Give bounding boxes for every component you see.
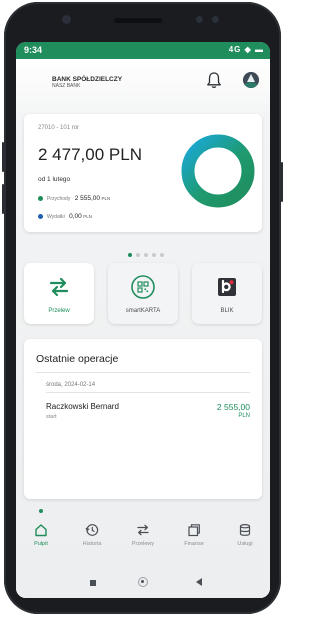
operation-counterparty: Raczkowski Bernard [46, 402, 119, 411]
expense-dot-icon [38, 214, 43, 220]
screen: 9:34 4G ◆ ▬ BANK SPÓŁDZIELCZY NASZ BANK [16, 42, 270, 598]
history-icon [85, 524, 99, 536]
tile-blik-label: BLIK [220, 308, 234, 314]
back-icon[interactable] [196, 578, 202, 586]
legend-income: Przychody 2 555,00 PLN [38, 195, 110, 202]
tile-blik[interactable]: BLIK [192, 263, 262, 324]
earpiece-speaker [114, 18, 162, 23]
operations-date: środa, 2024-02-14 [46, 382, 96, 388]
volume-button [2, 142, 4, 172]
account-number: 27010 - 101 ror [38, 125, 80, 131]
tab-pulpit[interactable]: Pulpit [16, 517, 66, 559]
period-label: od 1 lutego [38, 176, 71, 183]
bottom-tab-bar: Pulpit Historia Przelewy Finanse Usługi [16, 517, 270, 559]
account-balance: 2 477,00 PLN [38, 145, 142, 164]
sensor [212, 16, 219, 23]
transfer-arrows-icon [49, 277, 69, 297]
carousel-dot[interactable] [152, 253, 156, 257]
donut-chart [181, 134, 255, 208]
volume-button [2, 184, 4, 214]
status-icons: 4G ◆ ▬ [228, 45, 264, 54]
tab-uslugi-label: Usługi [237, 541, 253, 547]
income-label: Przychody [47, 196, 71, 202]
operation-currency: PLN [238, 413, 250, 419]
income-amount: 2 555,00 [74, 195, 101, 202]
tile-smartkarta[interactable]: smartKARTA [108, 263, 178, 324]
front-camera [62, 15, 71, 24]
services-icon [239, 524, 251, 536]
account-card[interactable]: 27010 - 101 ror 2 477,00 PLN od 1 lutego… [24, 114, 262, 232]
carousel-dot[interactable] [128, 253, 132, 257]
bank-subname: NASZ BANK [52, 83, 81, 89]
tab-finanse[interactable]: Finanse [169, 517, 219, 559]
sensor [196, 16, 203, 23]
tile-przelew[interactable]: Przelew [24, 263, 94, 324]
legend-expense: Wydatki 0,00 PLN [38, 213, 92, 220]
status-time: 9:34 [24, 45, 43, 55]
avatar[interactable] [243, 72, 259, 88]
carousel-dot[interactable] [160, 253, 164, 257]
bank-logo: BANK SPÓŁDZIELCZY NASZ BANK [52, 76, 122, 90]
status-bar: 9:34 4G ◆ ▬ [16, 42, 270, 59]
tab-pulpit-label: Pulpit [34, 541, 48, 547]
system-navigation-bar [16, 567, 270, 598]
qr-card-icon [131, 275, 155, 299]
operation-amount: 2 555,00 [216, 402, 250, 412]
tab-uslugi[interactable]: Usługi [220, 517, 270, 559]
tile-smartkarta-label: smartKARTA [125, 308, 161, 314]
expense-amount: 0,00 [69, 213, 82, 220]
income-currency: PLN [101, 196, 111, 201]
tab-przelewy[interactable]: Przelewy [118, 517, 168, 559]
blik-icon [218, 278, 236, 296]
bell-icon[interactable] [206, 71, 222, 89]
phone-bezel [4, 2, 281, 42]
tab-historia[interactable]: Historia [67, 517, 117, 559]
recent-operations-card: Ostatnie operacje środa, 2024-02-14 Racz… [24, 339, 262, 499]
bank-name: BANK SPÓŁDZIELCZY [52, 76, 123, 83]
operation-type: start [46, 414, 57, 420]
carousel-indicator [128, 244, 168, 257]
income-dot-icon [38, 196, 43, 202]
home-icon [35, 524, 47, 537]
tab-przelewy-label: Przelewy [131, 541, 155, 547]
tab-finanse-label: Finanse [184, 541, 204, 547]
carousel-dot[interactable] [144, 253, 148, 257]
active-tab-indicator [39, 509, 43, 513]
divider [46, 392, 250, 393]
transfers-icon [137, 524, 149, 536]
divider [36, 372, 250, 373]
operations-title: Ostatnie operacje [36, 353, 119, 365]
tab-historia-label: Historia [82, 541, 102, 547]
phone-frame: 9:34 4G ◆ ▬ BANK SPÓŁDZIELCZY NASZ BANK [2, 2, 283, 614]
power-button [281, 162, 283, 202]
tile-przelew-label: Przelew [48, 308, 70, 314]
finance-icon [188, 524, 200, 537]
expense-currency: PLN [83, 214, 92, 219]
donut-income-slice [181, 134, 255, 208]
app-dashboard: BANK SPÓŁDZIELCZY NASZ BANK 27010 - 101 … [16, 59, 270, 598]
carousel-dot[interactable] [136, 253, 140, 257]
expense-label: Wydatki [47, 214, 65, 220]
home-button-icon[interactable] [138, 577, 148, 587]
recent-apps-icon[interactable] [90, 580, 96, 586]
